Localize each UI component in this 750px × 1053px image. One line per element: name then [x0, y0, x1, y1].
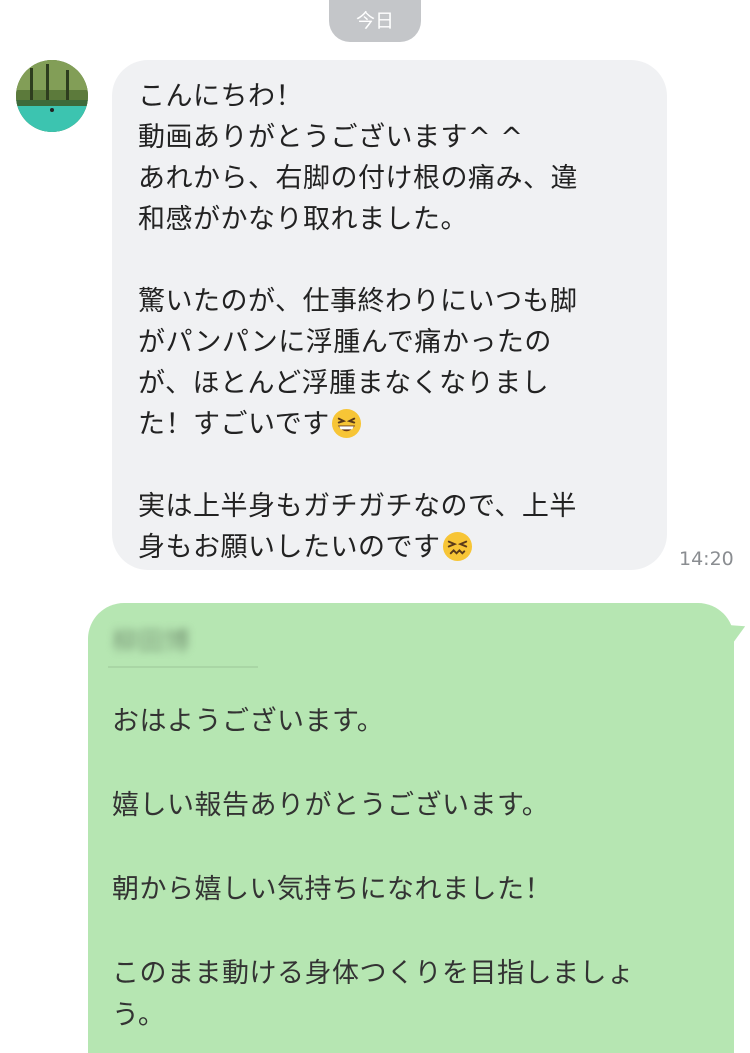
incoming-text-part-1: こんにちわ！ 動画ありがとうございます^ ^ あれから、右脚の付け根の痛み、違 …	[138, 81, 578, 440]
sender-name-blurred: 柳田博	[112, 627, 191, 657]
contact-avatar[interactable]	[16, 60, 88, 132]
outgoing-message-bubble[interactable]: 柳田博 おはようございます。 嬉しい報告ありがとうございます。 朝から嬉しい気持…	[88, 603, 734, 1053]
incoming-message-text: こんにちわ！ 動画ありがとうございます^ ^ あれから、右脚の付け根の痛み、違 …	[138, 76, 647, 568]
outgoing-message-text: おはようございます。 嬉しい報告ありがとうございます。 朝から嬉しい気持ちになれ…	[112, 706, 635, 1031]
date-separator: 今日	[329, 0, 421, 42]
incoming-text-part-2: 実は上半身もガチガチなので、上半 身もお願いしたいのです	[138, 491, 577, 563]
incoming-message-bubble[interactable]: こんにちわ！ 動画ありがとうございます^ ^ あれから、右脚の付け根の痛み、違 …	[112, 60, 667, 570]
avatar-photo	[16, 60, 88, 132]
persevering-face-emoji	[442, 531, 472, 562]
message-timestamp: 14:20	[679, 548, 734, 570]
grinning-squinting-face-emoji	[331, 408, 361, 439]
reply-divider	[108, 666, 258, 668]
